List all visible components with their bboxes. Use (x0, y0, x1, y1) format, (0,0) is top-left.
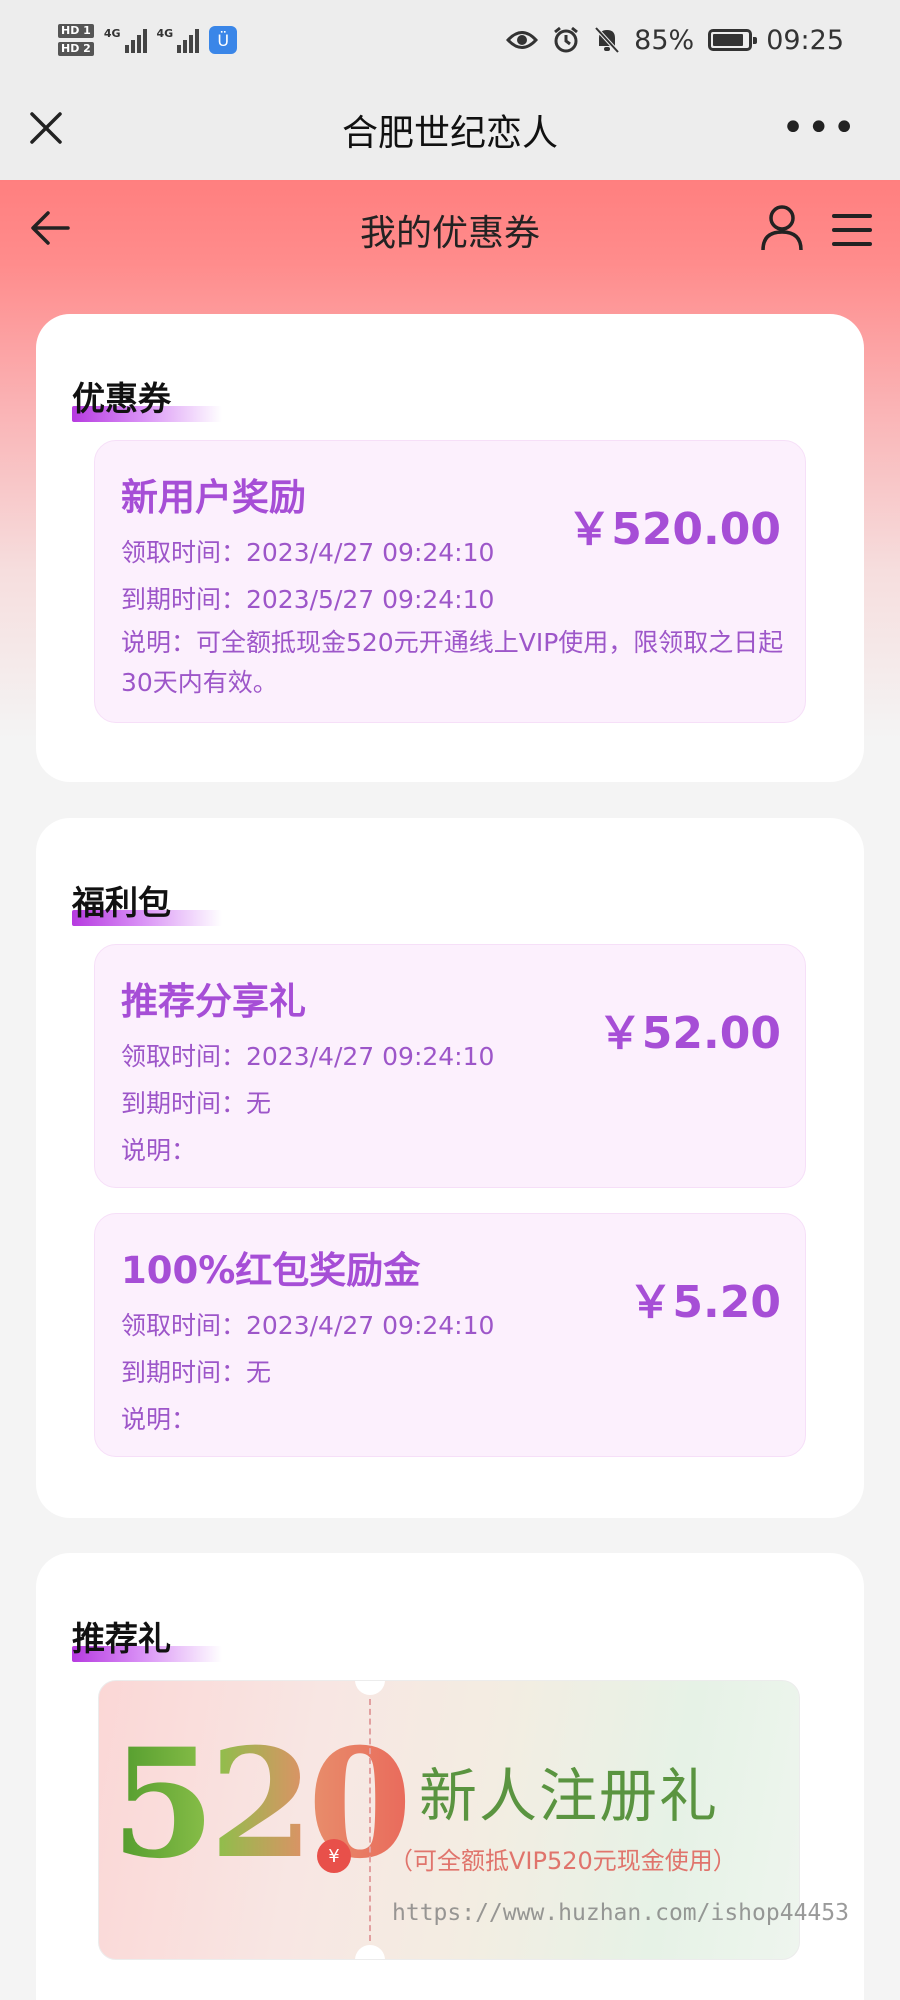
section-title-text: 推荐礼 (72, 1619, 171, 1658)
welfare-expire-time: 到期时间：无 (121, 1089, 272, 1118)
coupon-amount: ￥520.00 (567, 504, 781, 555)
coupon-expire-time: 到期时间：2023/5/27 09:24:10 (121, 585, 495, 614)
hd1-label: HD 1 (58, 24, 94, 38)
section-title-coupons: 优惠券 (72, 372, 222, 422)
welfare-expire-time: 到期时间：无 (121, 1358, 272, 1387)
coupon-item[interactable]: 新用户奖励 领取时间：2023/4/27 09:24:10 到期时间：2023/… (94, 440, 806, 723)
net2-label: 4G (156, 27, 174, 40)
status-right: 85% 09:25 (506, 25, 844, 56)
welfare-name: 推荐分享礼 (121, 980, 306, 1023)
hd-indicator: HD 1 HD 2 (58, 24, 94, 56)
yen-icon: ¥ (317, 1839, 351, 1873)
status-bar: HD 1 HD 2 4G 4G Ü 85% 09:25 (0, 0, 900, 80)
battery-percent: 85% (634, 24, 695, 56)
welfare-description: 说明： (121, 1405, 197, 1434)
welfare-amount: ￥52.00 (597, 1008, 781, 1059)
gift-title: 新人注册礼 (419, 1762, 720, 1830)
gift-subtitle: （可全额抵VIP520元现金使用） (389, 1847, 737, 1875)
coupon-description: 说明：可全额抵现金520元开通线上VIP使用，限领取之日起30天内有效。 (121, 628, 784, 697)
coupon-nav-bar: 我的优惠券 (0, 180, 900, 280)
welfare-item[interactable]: 推荐分享礼 领取时间：2023/4/27 09:24:10 到期时间：无 说明：… (94, 944, 806, 1188)
section-title-welfare: 福利包 (72, 876, 222, 926)
wechat-title-bar: 合肥世纪恋人 ••• (0, 80, 900, 180)
welfare-amount: ￥5.20 (628, 1277, 781, 1328)
status-left: HD 1 HD 2 4G 4G Ü (58, 24, 238, 56)
back-arrow-icon[interactable] (28, 208, 72, 248)
hd2-label: HD 2 (58, 42, 94, 56)
mute-bell-icon (594, 26, 620, 54)
menu-icon[interactable] (832, 210, 872, 250)
eye-icon (506, 31, 539, 49)
section-title-recommend: 推荐礼 (72, 1612, 222, 1662)
user-icon[interactable] (760, 204, 804, 252)
more-options-icon[interactable]: ••• (781, 108, 858, 148)
signal-1-icon: 4G (104, 27, 147, 53)
welfare-name: 100%红包奖励金 (121, 1249, 421, 1292)
gift-amount-large: 520 (111, 1716, 412, 1892)
coupon-name: 新用户奖励 (121, 476, 306, 519)
signal-2-icon: 4G (157, 27, 200, 53)
app-notification-icon: Ü (209, 26, 238, 54)
alarm-icon (554, 26, 579, 53)
net1-label: 4G (103, 27, 121, 40)
ticket-notch-bottom (355, 1945, 385, 1959)
ticket-divider (369, 1699, 371, 1941)
section-title-text: 福利包 (72, 883, 171, 922)
coupon-receive-time: 领取时间：2023/4/27 09:24:10 (121, 538, 495, 567)
ticket-notch-top (355, 1681, 385, 1695)
welfare-item[interactable]: 100%红包奖励金 领取时间：2023/4/27 09:24:10 到期时间：无… (94, 1213, 806, 1457)
welfare-receive-time: 领取时间：2023/4/27 09:24:10 (121, 1042, 495, 1071)
welfare-description: 说明： (121, 1136, 197, 1165)
section-title-text: 优惠券 (72, 379, 171, 418)
nav-title: 我的优惠券 (359, 213, 540, 254)
page-title: 合肥世纪恋人 (341, 113, 558, 154)
close-icon[interactable] (28, 110, 64, 146)
watermark: https://www.huzhan.com/ishop44453 (392, 1900, 849, 1926)
clock: 09:25 (766, 24, 844, 56)
battery-icon (708, 29, 758, 51)
welfare-receive-time: 领取时间：2023/4/27 09:24:10 (121, 1311, 495, 1340)
